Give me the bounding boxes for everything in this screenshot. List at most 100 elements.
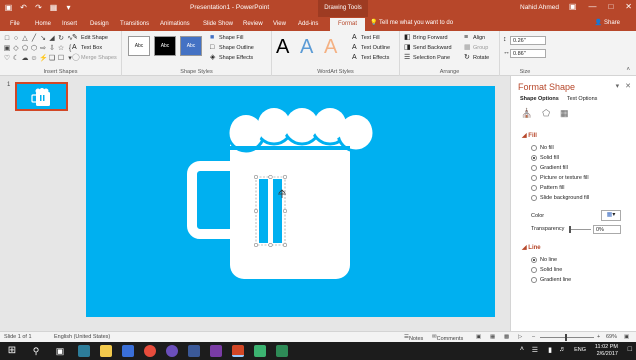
- text-effects-button[interactable]: A Text Effects: [352, 54, 389, 61]
- no-line-radio[interactable]: No line: [531, 257, 557, 263]
- effects-icon[interactable]: ⬠: [542, 108, 550, 119]
- wordart-style-black[interactable]: A: [276, 35, 289, 59]
- shape-style-white[interactable]: Abc: [128, 36, 150, 56]
- app-icon-2[interactable]: [276, 345, 288, 357]
- zoom-slider[interactable]: [540, 337, 594, 338]
- ribbon-display-icon[interactable]: ▣: [569, 2, 577, 11]
- undo-icon[interactable]: ↶: [19, 3, 28, 12]
- transparency-slider[interactable]: [569, 229, 591, 230]
- callout-shape-icon[interactable]: ☐: [57, 54, 65, 63]
- minimize-icon[interactable]: —: [588, 2, 596, 11]
- windows-start-icon[interactable]: ⊞: [6, 345, 18, 357]
- cube-shape-icon[interactable]: ❏: [48, 54, 56, 63]
- shape-outline-button[interactable]: □ Shape Outline: [210, 44, 254, 51]
- volume-icon[interactable]: ♬: [559, 346, 566, 353]
- present-icon[interactable]: ▦: [49, 3, 58, 12]
- sorter-view-icon[interactable]: ▦: [490, 334, 495, 340]
- shape-fill-button[interactable]: ■ Shape Fill: [210, 34, 243, 41]
- notes-button[interactable]: ☰ Notes: [404, 334, 423, 342]
- tab-add-ins[interactable]: Add-ins: [298, 19, 318, 31]
- solid-line-radio[interactable]: Solid line: [531, 267, 562, 273]
- transparency-slider-thumb[interactable]: [569, 226, 571, 233]
- solid-fill-radio[interactable]: Solid fill: [531, 155, 559, 161]
- tab-review[interactable]: Review: [243, 19, 263, 31]
- visual-studio-icon[interactable]: [210, 345, 222, 357]
- user-name[interactable]: Nahid Ahmed: [520, 4, 559, 11]
- tray-up-icon[interactable]: ˄: [520, 346, 524, 353]
- transparency-input[interactable]: 0%: [593, 225, 621, 234]
- oval-shape-icon[interactable]: ○: [12, 34, 20, 43]
- bracket-shape-icon[interactable]: ↻: [57, 34, 65, 43]
- arrow-down-shape-icon[interactable]: ⇩: [48, 44, 56, 53]
- task-view-icon[interactable]: ▣: [54, 345, 66, 357]
- slide-bg-fill-radio[interactable]: Slide background fill: [531, 195, 589, 201]
- chrome-icon[interactable]: [144, 345, 156, 357]
- shape-style-black[interactable]: Abc: [154, 36, 176, 56]
- fit-slide-icon[interactable]: ▣: [624, 334, 629, 340]
- shape-effects-button[interactable]: ◈ Shape Effects: [210, 54, 253, 61]
- text-box-button[interactable]: A Text Box: [72, 44, 102, 51]
- tab-file[interactable]: File: [10, 19, 20, 31]
- pentagon-shape-icon[interactable]: ⬠: [21, 44, 29, 53]
- rtriangle-shape-icon[interactable]: ◢: [48, 34, 56, 43]
- slide-thumbnail[interactable]: [15, 82, 68, 111]
- tab-slide-show[interactable]: Slide Show: [203, 19, 233, 31]
- camtasia-icon[interactable]: [254, 345, 266, 357]
- notifications-icon[interactable]: □: [628, 346, 632, 353]
- shape-height-input[interactable]: 0.26": [510, 36, 546, 45]
- comments-button[interactable]: ✉ Comments: [432, 334, 463, 342]
- tab-transitions[interactable]: Transitions: [120, 19, 149, 31]
- viber-icon[interactable]: [166, 345, 178, 357]
- tab-design[interactable]: Design: [90, 19, 109, 31]
- rectangle-shape-icon[interactable]: □: [3, 34, 11, 43]
- tab-insert[interactable]: Insert: [62, 19, 77, 31]
- diamond-shape-icon[interactable]: ◇: [12, 44, 20, 53]
- group-button[interactable]: ▦ Group: [464, 44, 488, 51]
- no-fill-radio[interactable]: No fill: [531, 145, 554, 151]
- smiley-shape-icon[interactable]: ☺: [30, 54, 38, 63]
- size-properties-icon[interactable]: ▦: [560, 108, 569, 119]
- store-icon[interactable]: [122, 345, 134, 357]
- hexagon-shape-icon[interactable]: ⬡: [30, 44, 38, 53]
- fill-section-header[interactable]: ◢ Fill: [522, 132, 537, 139]
- wordart-style-orange[interactable]: A: [324, 35, 337, 59]
- cloud-shape-icon[interactable]: ☁: [21, 54, 29, 63]
- rotate-button[interactable]: ↻ Rotate: [464, 54, 489, 61]
- file-explorer-icon[interactable]: [100, 345, 112, 357]
- fill-line-icon[interactable]: ⛪: [521, 108, 532, 119]
- shapes-gallery[interactable]: □ ○ △ ╱ ↘ ◢ ↻ ∿ ▣ ◇ ⬠ ⬡ ⇨ ⇩ ☆ { ♡ ☾ ☁ ☺ …: [3, 34, 73, 64]
- tab-format[interactable]: Format: [330, 18, 366, 31]
- align-button[interactable]: ≡ Align: [464, 34, 485, 41]
- battery-icon[interactable]: ▮: [548, 346, 552, 354]
- pattern-fill-radio[interactable]: Pattern fill: [531, 185, 564, 191]
- slideshow-view-icon[interactable]: ▷: [518, 334, 522, 340]
- zoom-in-icon[interactable]: +: [597, 334, 600, 340]
- merge-shapes-button[interactable]: ◯ Merge Shapes: [72, 54, 117, 61]
- normal-view-icon[interactable]: ▣: [476, 334, 481, 340]
- search-icon[interactable]: ⚲: [30, 345, 42, 357]
- app-icon-1[interactable]: [188, 345, 200, 357]
- shape-width-input[interactable]: 0.86": [510, 49, 546, 58]
- tell-me-search[interactable]: 💡 Tell me what you want to do: [370, 19, 453, 26]
- fill-color-picker[interactable]: ▦▾: [601, 210, 621, 221]
- slide-canvas[interactable]: [86, 86, 495, 317]
- text-outline-button[interactable]: A Text Outline: [352, 44, 390, 51]
- line-shape-icon[interactable]: ╱: [30, 34, 38, 43]
- edit-shape-button[interactable]: ✎ Edit Shape: [72, 34, 108, 41]
- tab-text-options[interactable]: Text Options: [567, 96, 598, 102]
- language-indicator[interactable]: ENG: [574, 347, 586, 353]
- textbox-shape-icon[interactable]: ▣: [3, 44, 11, 53]
- edge-browser-icon[interactable]: [78, 345, 90, 357]
- redo-icon[interactable]: ↷: [34, 3, 43, 12]
- moon-shape-icon[interactable]: ☾: [12, 54, 20, 63]
- network-icon[interactable]: ☰: [532, 346, 538, 354]
- clock[interactable]: 11:02 PM 2/6/2017: [595, 344, 618, 357]
- line-section-header[interactable]: ◢ Line: [522, 244, 541, 251]
- tab-home[interactable]: Home: [35, 19, 51, 31]
- wordart-style-blue[interactable]: A: [300, 35, 313, 59]
- collapse-ribbon-icon[interactable]: ˄: [626, 67, 630, 73]
- tab-view[interactable]: View: [273, 19, 286, 31]
- language-status[interactable]: English (United States): [54, 334, 110, 340]
- save-icon[interactable]: ▣: [4, 3, 13, 12]
- zoom-out-icon[interactable]: –: [532, 334, 535, 340]
